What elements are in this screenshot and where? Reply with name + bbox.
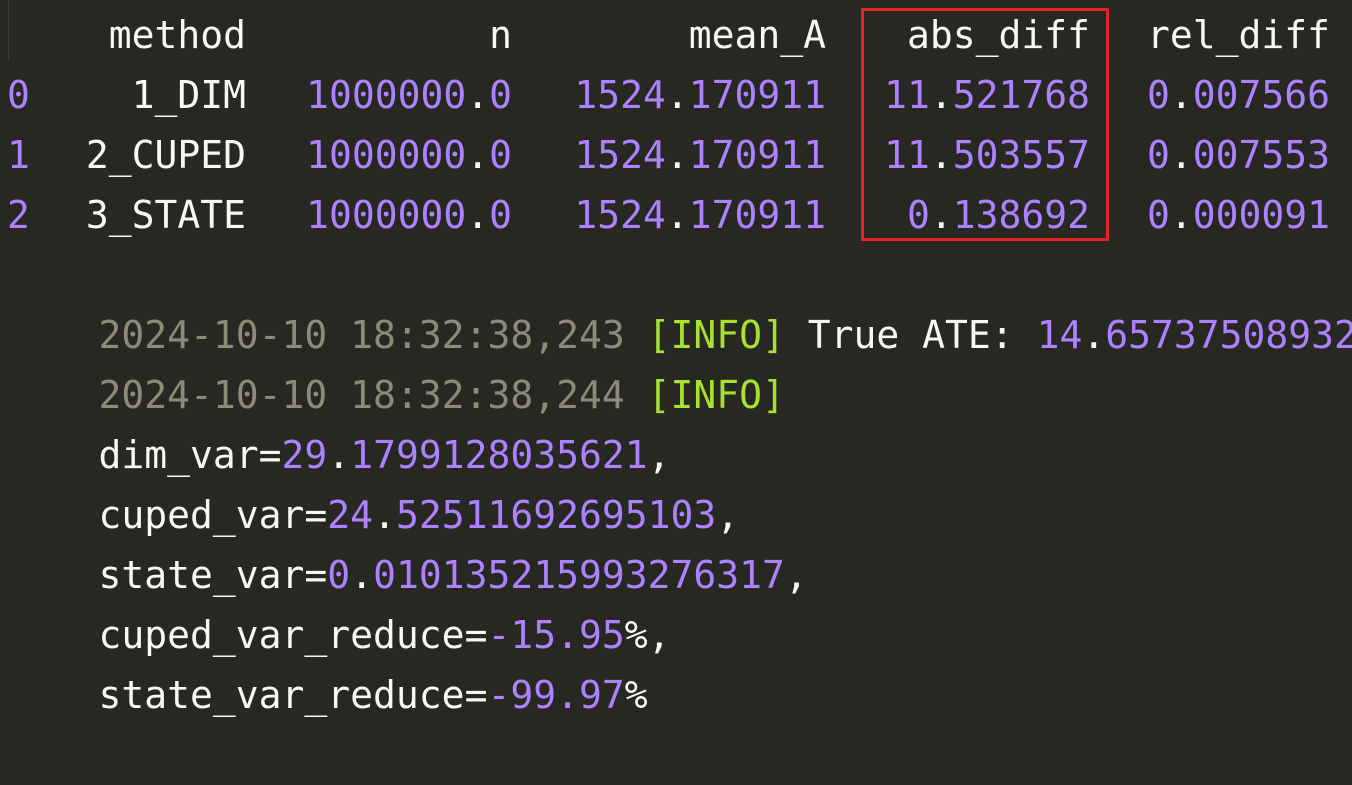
log-value-int: 14 — [1036, 313, 1083, 357]
var-line-cuped-var-reduce: cuped_var_reduce=-15.95%, — [98, 613, 671, 657]
header-mean-a: mean_A — [688, 13, 826, 57]
row-n: 1000000.0 — [306, 193, 512, 237]
abs-diff-highlight-box — [861, 8, 1109, 241]
row-n: 1000000.0 — [306, 133, 512, 177]
row-rel-diff: 0.007566 — [1146, 73, 1330, 117]
table-row: 1 2_CUPED 1000000.0 1524.170911 11.50355… — [0, 125, 1352, 185]
header-rel-diff: rel_diff — [1146, 13, 1330, 57]
row-rel-diff: 0.000091 — [1146, 193, 1330, 237]
terminal-output: method n mean_A abs_diff rel_diff 0 1_DI… — [0, 0, 1352, 717]
var-line-cuped-var: cuped_var=24.52511692695103, — [98, 493, 740, 537]
log-line: 2024-10-10 18:32:38,243 [INFO] True ATE:… — [7, 245, 1352, 357]
header-method: method — [108, 13, 246, 57]
log-message: True ATE: — [807, 313, 1037, 357]
header-n: n — [489, 13, 512, 57]
var-line-state-var: state_var=0.010135215993276317, — [98, 553, 808, 597]
var-line-dim-var: dim_var=29.1799128035621, — [98, 433, 671, 477]
table-row: 0 1_DIM 1000000.0 1524.170911 11.521768 … — [0, 65, 1352, 125]
var-suffix: , — [784, 553, 808, 597]
row-rel-diff: 0.007553 — [1146, 133, 1330, 177]
log-line: 2024-10-10 18:32:38,244 [INFO] — [7, 305, 785, 417]
var-suffix: % — [624, 673, 648, 717]
log-value-frac: 657375089327 — [1105, 313, 1352, 357]
row-n: 1000000.0 — [306, 73, 512, 117]
row-mean-a: 1524.170911 — [574, 193, 826, 237]
var-int: -99 — [487, 673, 557, 717]
row-mean-a: 1524.170911 — [574, 73, 826, 117]
row-method: 2_CUPED — [85, 133, 246, 177]
var-line-state-var-reduce: state_var_reduce=-99.97% — [98, 673, 648, 717]
row-method: 1_DIM — [131, 73, 246, 117]
var-name: state_var_reduce= — [98, 673, 488, 717]
var-frac: 97 — [578, 673, 625, 717]
table-header: method n mean_A abs_diff rel_diff — [0, 5, 1352, 65]
table-row: 2 3_STATE 1000000.0 1524.170911 0.138692… — [0, 185, 1352, 245]
row-method: 3_STATE — [85, 193, 246, 237]
row-mean-a: 1524.170911 — [574, 133, 826, 177]
